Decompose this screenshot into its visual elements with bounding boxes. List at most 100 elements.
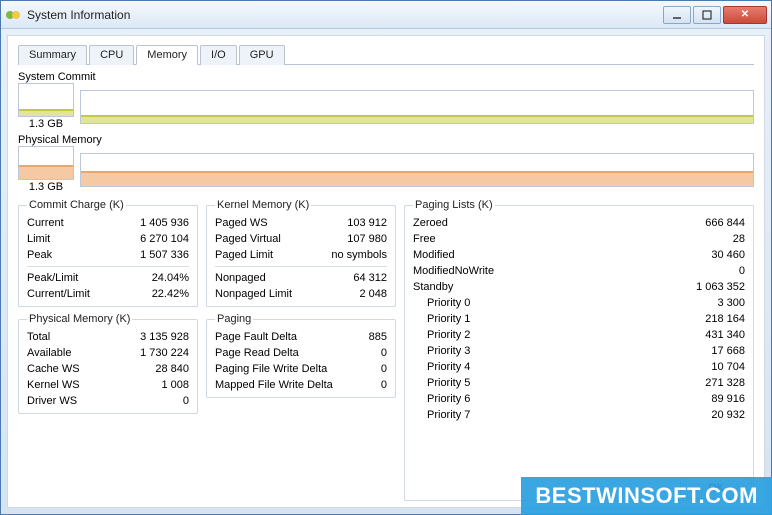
stat-key: Priority 5 (427, 375, 470, 391)
commit-charge-group: Commit Charge (K) Current1 405 936Limit 6… (18, 199, 198, 307)
system-commit-history-graph (80, 90, 754, 124)
stat-key: Peak (27, 247, 52, 263)
stat-value: 1 405 936 (130, 215, 189, 231)
commit-charge-legend: Commit Charge (K) (27, 199, 126, 211)
paging-lists-legend: Paging Lists (K) (413, 199, 495, 211)
stat-value: 3 135 928 (130, 329, 189, 345)
stat-value: 0 (729, 263, 745, 279)
stat-value: 28 840 (145, 361, 189, 377)
stat-value: 17 668 (701, 343, 745, 359)
tab-io[interactable]: I/O (200, 45, 237, 65)
stat-value: 30 460 (701, 247, 745, 263)
tab-gpu[interactable]: GPU (239, 45, 285, 65)
stat-value: 0 (371, 345, 387, 361)
stat-row: Priority 689 916 (413, 391, 745, 407)
paging-group: Paging Page Fault Delta885Page Read Delt… (206, 313, 396, 398)
kernel-memory-legend: Kernel Memory (K) (215, 199, 311, 211)
stat-row: Limit 6 270 104 (27, 231, 189, 247)
stat-value: 107 980 (337, 231, 387, 247)
system-commit-mini-graph (18, 83, 74, 117)
stat-key: Page Fault Delta (215, 329, 297, 345)
tab-memory[interactable]: Memory (136, 45, 198, 65)
stat-row: Page Fault Delta885 (215, 329, 387, 345)
kernel-memory-group: Kernel Memory (K) Paged WS103 912Paged V… (206, 199, 396, 307)
stat-row: Paged Virtual 107 980 (215, 231, 387, 247)
stat-key: Total (27, 329, 50, 345)
stat-key: Paging File Write Delta (215, 361, 327, 377)
tab-summary[interactable]: Summary (18, 45, 87, 65)
stat-value: 1 008 (151, 377, 189, 393)
stat-row: Priority 410 704 (413, 359, 745, 375)
stat-value: 28 (723, 231, 745, 247)
stat-key: Free (413, 231, 436, 247)
stat-key: Priority 0 (427, 295, 470, 311)
stat-row: Driver WS0 (27, 393, 189, 409)
stat-row: ModifiedNoWrite 0 (413, 263, 745, 279)
stat-key: Paged Virtual (215, 231, 281, 247)
stat-value: 22.42% (142, 286, 189, 302)
system-commit-label: System Commit (18, 71, 754, 83)
stat-key: Paged WS (215, 215, 268, 231)
stat-row: Priority 2431 340 (413, 327, 745, 343)
window-frame: System Information ✕ Summary CPU Memory … (0, 0, 772, 515)
stat-row: Paging File Write Delta 0 (215, 361, 387, 377)
stat-value: no symbols (321, 247, 387, 263)
stat-value: 24.04% (142, 270, 189, 286)
stat-key: Current/Limit (27, 286, 90, 302)
stat-value: 6 270 104 (130, 231, 189, 247)
system-commit-value: 1.3 GB (18, 118, 74, 130)
stat-key: Mapped File Write Delta (215, 377, 333, 393)
stat-row: Priority 0 3 300 (413, 295, 745, 311)
stat-row: Standby1 063 352 (413, 279, 745, 295)
stat-value: 0 (173, 393, 189, 409)
stat-row: Cache WS28 840 (27, 361, 189, 377)
stat-key: Limit (27, 231, 50, 247)
stat-row: Page Read Delta 0 (215, 345, 387, 361)
minimize-button[interactable] (663, 6, 691, 24)
paging-legend: Paging (215, 313, 253, 325)
window-buttons: ✕ (661, 6, 767, 24)
stat-key: ModifiedNoWrite (413, 263, 494, 279)
physical-memory-value: 1.3 GB (18, 181, 74, 193)
stat-key: Priority 7 (427, 407, 470, 423)
stat-key: Priority 1 (427, 311, 470, 327)
stat-value: 0 (371, 361, 387, 377)
stat-value: 666 844 (695, 215, 745, 231)
stat-key: Kernel WS (27, 377, 80, 393)
stat-value: 2 048 (349, 286, 387, 302)
stat-value: 1 730 224 (130, 345, 189, 361)
physical-memory-label: Physical Memory (18, 134, 754, 146)
physical-memory-history-graph (80, 153, 754, 187)
stat-row: Priority 317 668 (413, 343, 745, 359)
stat-row: Mapped File Write Delta0 (215, 377, 387, 393)
stat-row: Zeroed 666 844 (413, 215, 745, 231)
stat-value: 271 328 (695, 375, 745, 391)
stat-row: Priority 7 20 932 (413, 407, 745, 423)
stat-key: Page Read Delta (215, 345, 299, 361)
stat-value: 218 164 (695, 311, 745, 327)
stat-value: 20 932 (701, 407, 745, 423)
system-commit-block: System Commit 1.3 GB (18, 71, 754, 130)
stat-value: 3 300 (707, 295, 745, 311)
stat-row: Total 3 135 928 (27, 329, 189, 345)
maximize-button[interactable] (693, 6, 721, 24)
stat-key: Priority 4 (427, 359, 470, 375)
stat-row: Priority 1 218 164 (413, 311, 745, 327)
stat-key: Nonpaged Limit (215, 286, 292, 302)
stat-value: 103 912 (337, 215, 387, 231)
stat-key: Priority 6 (427, 391, 470, 407)
stat-row: Peak/Limit 24.04% (27, 270, 189, 286)
physical-memory-legend: Physical Memory (K) (27, 313, 132, 325)
tab-cpu[interactable]: CPU (89, 45, 134, 65)
stat-row: Nonpaged64 312 (215, 270, 387, 286)
stat-key: Paged Limit (215, 247, 273, 263)
app-icon (5, 7, 21, 23)
stat-row: Current1 405 936 (27, 215, 189, 231)
physical-memory-group: Physical Memory (K) Total3 135 928Availa… (18, 313, 198, 414)
titlebar[interactable]: System Information ✕ (1, 1, 771, 29)
stat-key: Modified (413, 247, 455, 263)
close-button[interactable]: ✕ (723, 6, 767, 24)
stat-key: Zeroed (413, 215, 448, 231)
ok-button[interactable]: OK (680, 477, 752, 499)
stat-key: Peak/Limit (27, 270, 78, 286)
